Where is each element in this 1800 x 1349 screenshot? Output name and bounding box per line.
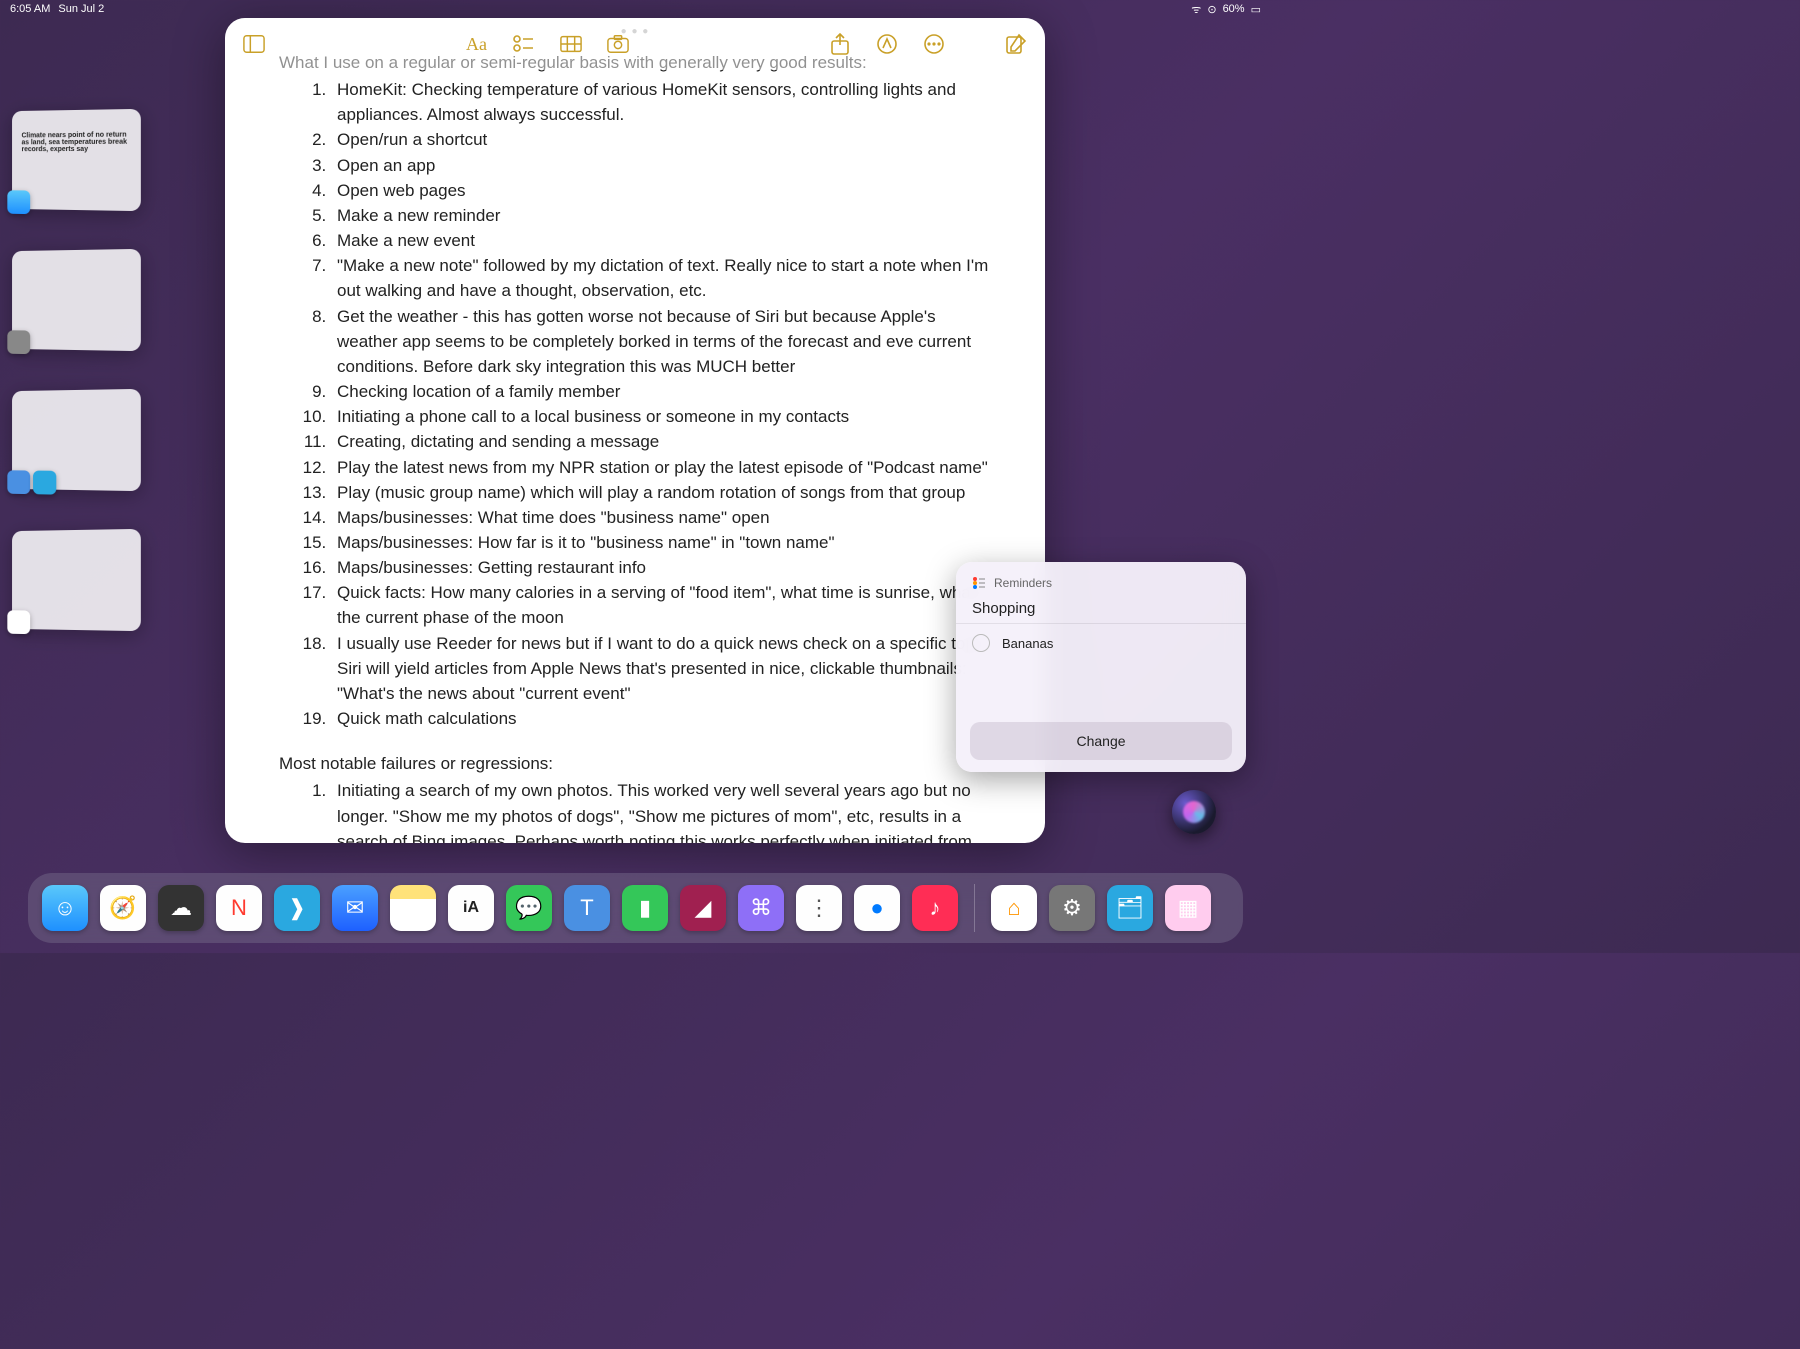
notes-list-item: Maps/businesses: Getting restaurant info [331, 555, 991, 580]
notes-list-item: Open web pages [331, 178, 991, 203]
battery-icon: ▭ [1251, 3, 1261, 16]
reminder-item[interactable]: Bananas [956, 624, 1246, 662]
camera-icon[interactable] [607, 33, 629, 55]
rotation-lock-icon: ⊙ [1207, 3, 1216, 16]
dock-app-notes[interactable] [390, 885, 436, 931]
reminder-item-label: Bananas [1002, 636, 1053, 651]
text-format-icon[interactable]: Aa [466, 33, 488, 55]
dock-app-numbers[interactable]: ▮ [622, 885, 668, 931]
status-bar: 6:05 AM Sun Jul 2 ᯤ ⊙ 60% ▭ [0, 0, 1271, 18]
notes-body[interactable]: What I use on a regular or semi-regular … [225, 50, 1045, 843]
failures-heading: Most notable failures or regressions: [279, 751, 991, 776]
reminders-list-name: Shopping [956, 594, 1246, 624]
notes-list-item: Creating, dictating and sending a messag… [331, 429, 991, 454]
dock-app-finder[interactable]: ☺ [42, 885, 88, 931]
notes-list-item: Quick facts: How many calories in a serv… [331, 580, 991, 630]
dock-app-safari[interactable]: 🧭 [100, 885, 146, 931]
sidebar-toggle-icon[interactable] [243, 33, 265, 55]
notes-list-item: Checking location of a family member [331, 379, 991, 404]
tot-icon [7, 470, 30, 494]
checklist-icon[interactable] [513, 33, 535, 55]
notes-list-item: "Make a new note" followed by my dictati… [331, 253, 991, 303]
reminders-card[interactable]: Reminders Shopping Bananas Change [956, 562, 1246, 772]
notes-list-item: Maps/businesses: What time does "busines… [331, 505, 991, 530]
dock-app-weather[interactable]: ☁ [158, 885, 204, 931]
dock-app-settings[interactable]: ⚙ [1049, 885, 1095, 931]
dock-app-goodnotes[interactable]: ❱ [274, 885, 320, 931]
dock-app-home[interactable]: ⌂ [991, 885, 1037, 931]
notes-list-item: Open an app [331, 153, 991, 178]
dock-app-tot[interactable]: T [564, 885, 610, 931]
dock-app-music[interactable]: ♪ [912, 885, 958, 931]
dock-app-files[interactable]: 🗂 [1107, 885, 1153, 931]
dock-app-ia-writer[interactable]: iA [448, 885, 494, 931]
notes-list: HomeKit: Checking temperature of various… [279, 77, 991, 731]
dock-app-news[interactable]: N [216, 885, 262, 931]
notes-list-item: Make a new event [331, 228, 991, 253]
status-time: 6:05 AM [10, 3, 50, 15]
settings-icon [7, 330, 30, 354]
markup-icon[interactable] [876, 33, 898, 55]
dock-app-affinity[interactable]: ◢ [680, 885, 726, 931]
reminders-icon [972, 576, 986, 590]
notes-toolbar: Aa [225, 18, 1045, 70]
dock-app-things[interactable]: ● [854, 885, 900, 931]
change-button[interactable]: Change [970, 722, 1232, 760]
dock-app-shortcuts-alt[interactable]: ⌘ [738, 885, 784, 931]
notes-list-item: I usually use Reeder for news but if I w… [331, 631, 991, 706]
battery-percent: 60% [1223, 3, 1245, 15]
notes-list-item: Play (music group name) which will play … [331, 480, 991, 505]
stage-item-files[interactable] [12, 389, 141, 491]
files-icon [33, 471, 56, 495]
compose-icon[interactable] [1005, 33, 1027, 55]
stage-manager-strip: Climate nears point of no return as land… [10, 110, 140, 630]
wifi-icon: ᯤ [1191, 2, 1201, 17]
siri-orb[interactable] [1172, 790, 1216, 834]
dock-app-messages[interactable]: 💬 [506, 885, 552, 931]
home-icon [7, 610, 30, 634]
notes-list-item: Get the weather - this has gotten worse … [331, 304, 991, 379]
dock-app-split[interactable]: ▦ [1165, 885, 1211, 931]
notes-window[interactable]: ● ● ● Aa What I use on a regular or semi… [225, 18, 1045, 843]
safari-icon [7, 190, 30, 214]
dock-app-mail[interactable]: ✉ [332, 885, 378, 931]
reminder-checkbox[interactable] [972, 634, 990, 652]
notes-list-item: HomeKit: Checking temperature of various… [331, 77, 991, 127]
dock-separator [974, 884, 975, 932]
share-icon[interactable] [829, 33, 851, 55]
table-icon[interactable] [560, 33, 582, 55]
failures-list: Initiating a search of my own photos. Th… [279, 778, 991, 843]
stage-item-safari[interactable]: Climate nears point of no return as land… [12, 109, 141, 211]
status-date: Sun Jul 2 [58, 3, 104, 15]
notes-list-item: Quick math calculations [331, 706, 991, 731]
reminders-app-label: Reminders [994, 576, 1052, 590]
dock: ☺ 🧭 ☁ N ❱ ✉ iA 💬 T ▮ ◢ ⌘ ⋮ ● ♪ ⌂ ⚙ 🗂 ▦ [28, 873, 1243, 943]
dock-app-reminders[interactable]: ⋮ [796, 885, 842, 931]
notes-list-item: Maps/businesses: How far is it to "busin… [331, 530, 991, 555]
stage-item-settings[interactable] [12, 249, 141, 351]
notes-list-item: Open/run a shortcut [331, 127, 991, 152]
notes-list-item: Initiating a phone call to a local busin… [331, 404, 991, 429]
notes-list-item: Play the latest news from my NPR station… [331, 455, 991, 480]
stage-item-home[interactable] [12, 529, 141, 631]
failures-list-item: Initiating a search of my own photos. Th… [331, 778, 991, 843]
notes-list-item: Make a new reminder [331, 203, 991, 228]
more-icon[interactable] [923, 33, 945, 55]
